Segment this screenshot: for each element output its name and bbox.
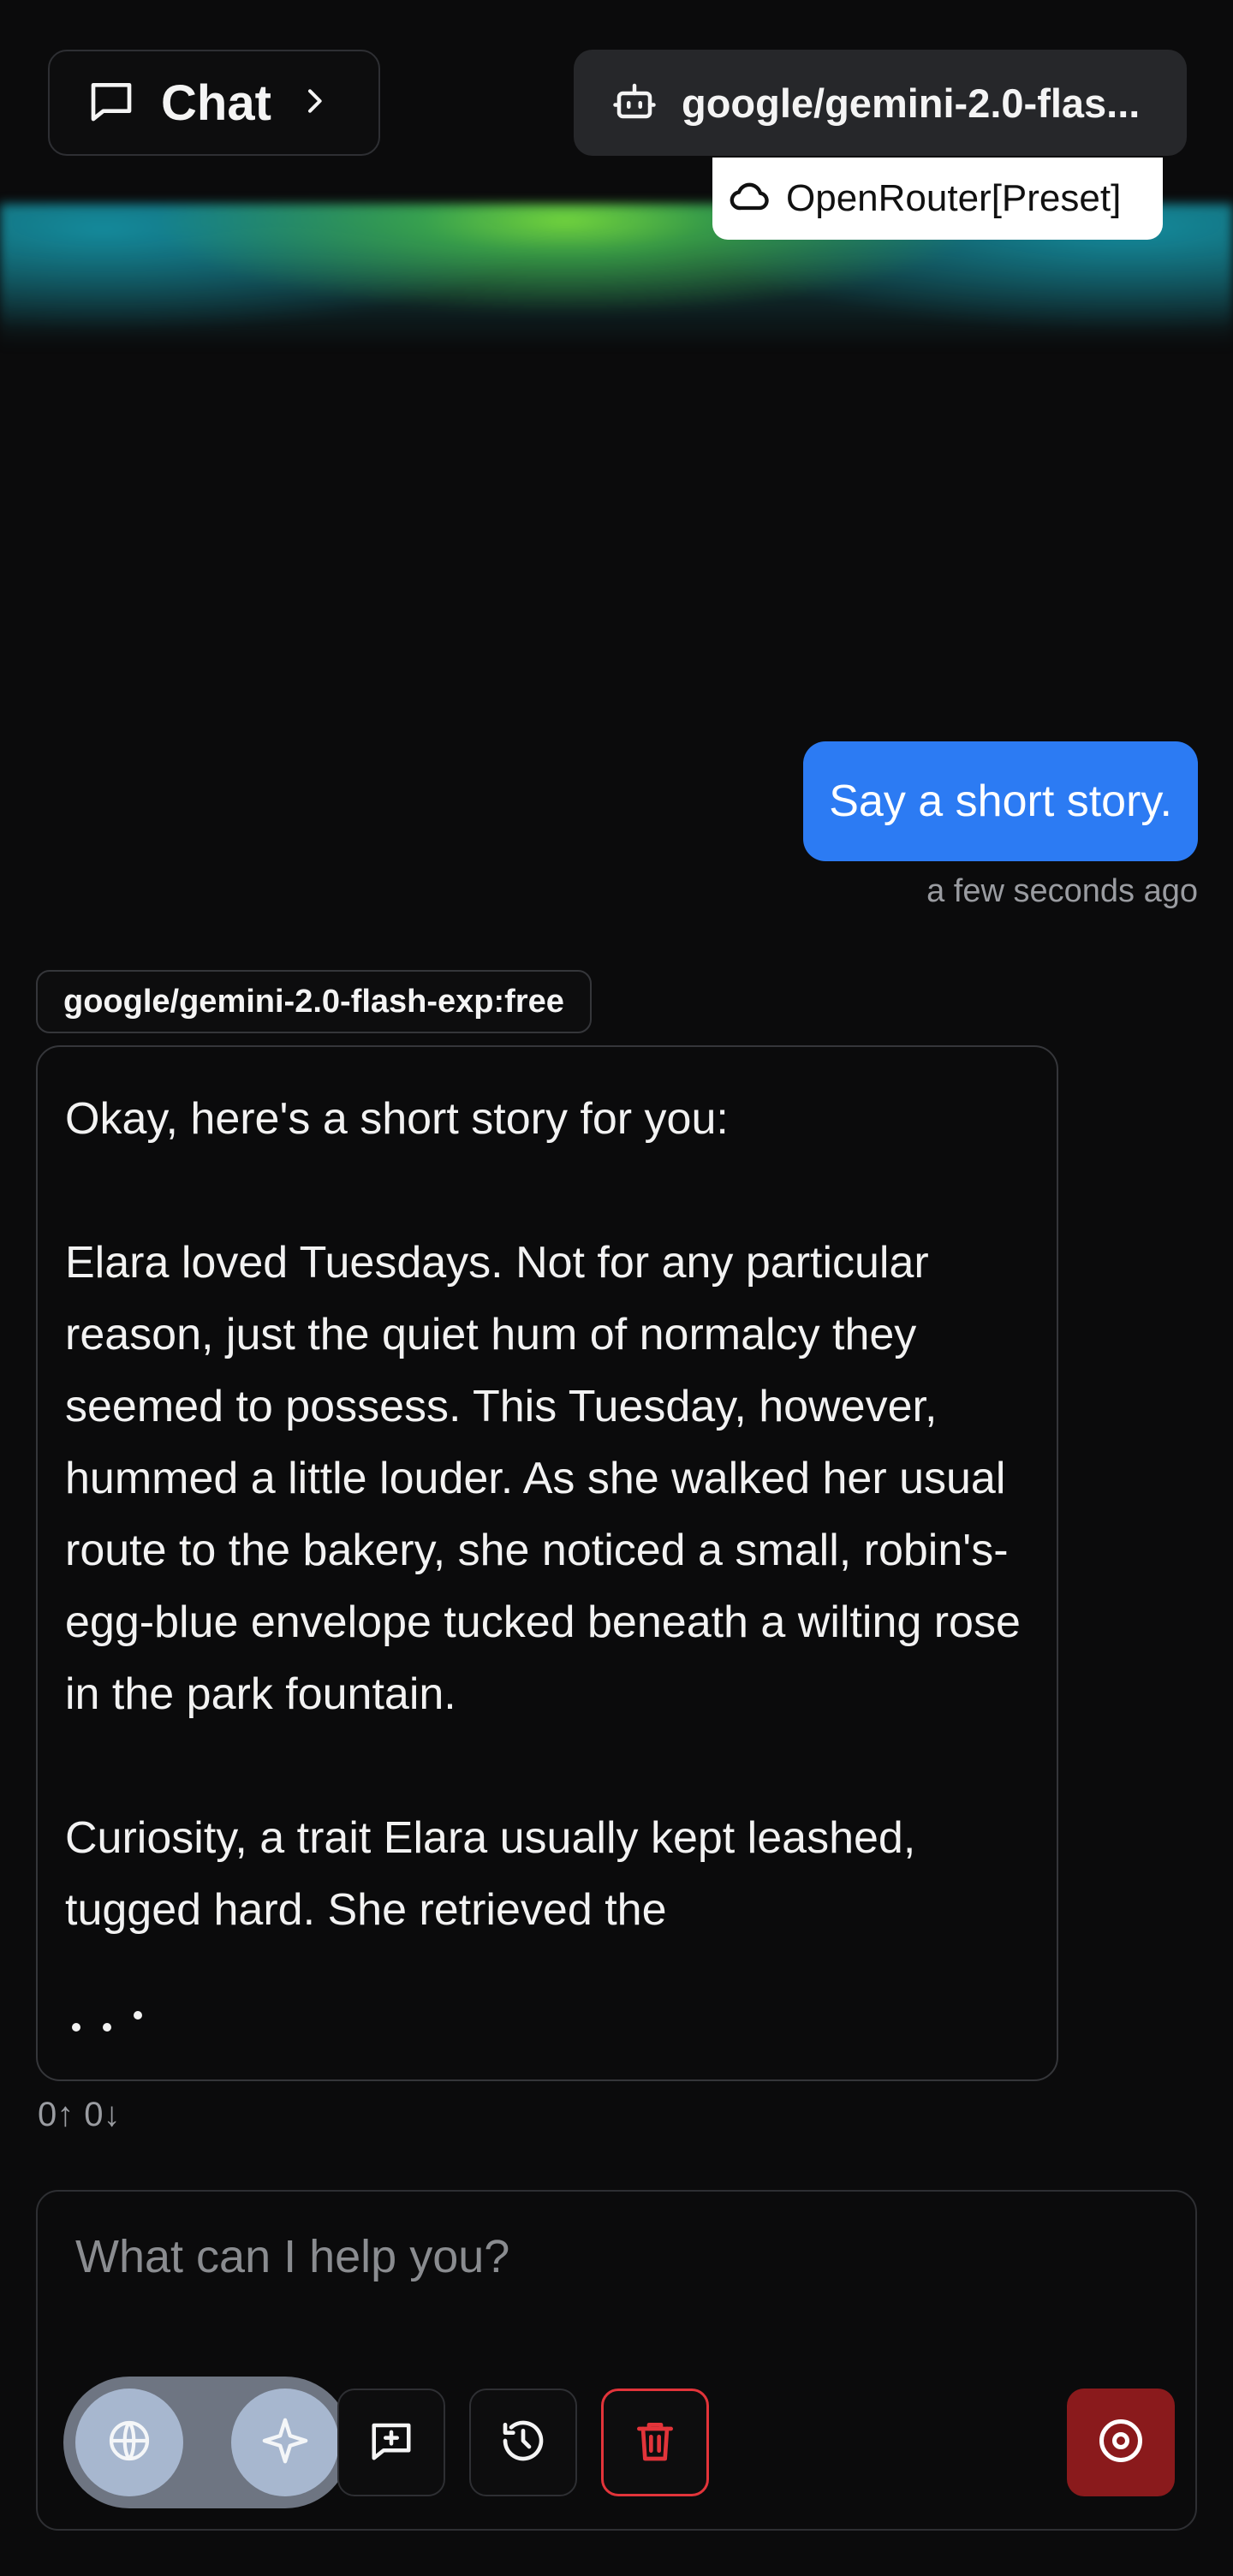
typing-dot xyxy=(134,2011,142,2020)
user-message-text: Say a short story. xyxy=(829,776,1172,826)
tokens-up: 0↑ xyxy=(38,2096,74,2133)
bot-icon xyxy=(611,78,658,128)
cloud-icon xyxy=(728,175,772,223)
preset-label: OpenRouter[Preset] xyxy=(786,177,1122,219)
model-label: google/gemini-2.0-flas... xyxy=(682,80,1141,126)
web-search-toggle[interactable] xyxy=(75,2389,183,2496)
model-select-button[interactable]: google/gemini-2.0-flas... xyxy=(574,50,1187,156)
chat-menu-button[interactable]: Chat xyxy=(48,50,380,156)
trash-icon xyxy=(631,2417,679,2469)
assistant-paragraph: Okay, here's a short story for you: xyxy=(65,1094,729,1144)
chevron-right-icon xyxy=(297,84,331,122)
delete-chat-button[interactable] xyxy=(601,2389,709,2496)
stop-generation-button[interactable] xyxy=(1067,2389,1175,2496)
assistant-message-card: Okay, here's a short story for you: Elar… xyxy=(36,1045,1058,2081)
typing-indicator xyxy=(65,1997,1031,2032)
message-input[interactable] xyxy=(75,2222,1154,2291)
chat-page: Chat google/gemini-2.0-flas... OpenRoute… xyxy=(0,0,1233,2576)
globe-icon xyxy=(105,2417,153,2469)
assistant-paragraph: Curiosity, a trait Elara usually kept le… xyxy=(65,1813,916,1935)
typing-dot xyxy=(72,2023,80,2032)
assistant-model-tag: google/gemini-2.0-flash-exp:free xyxy=(36,970,592,1033)
message-plus-icon xyxy=(368,2418,414,2468)
mode-toggle-group xyxy=(63,2377,351,2508)
history-button[interactable] xyxy=(469,2389,577,2496)
typing-dot xyxy=(103,2023,111,2032)
stop-circle-icon xyxy=(1095,2415,1147,2471)
user-message-bubble: Say a short story. xyxy=(803,741,1198,861)
new-chat-button[interactable] xyxy=(337,2389,445,2496)
sparkle-icon xyxy=(260,2416,310,2470)
history-icon xyxy=(499,2417,547,2469)
token-counts: 0↑ 0↓ xyxy=(38,2096,121,2134)
assistant-paragraph: Elara loved Tuesdays. Not for any partic… xyxy=(65,1238,1021,1719)
chat-label: Chat xyxy=(161,74,271,131)
tokens-down: 0↓ xyxy=(84,2096,121,2133)
message-timestamp: a few seconds ago xyxy=(926,873,1198,909)
message-square-icon xyxy=(87,77,135,129)
preset-badge[interactable]: OpenRouter[Preset] xyxy=(712,158,1163,240)
composer xyxy=(36,2190,1197,2531)
assistant-model-name: google/gemini-2.0-flash-exp:free xyxy=(63,983,564,1020)
magic-toggle[interactable] xyxy=(231,2389,339,2496)
